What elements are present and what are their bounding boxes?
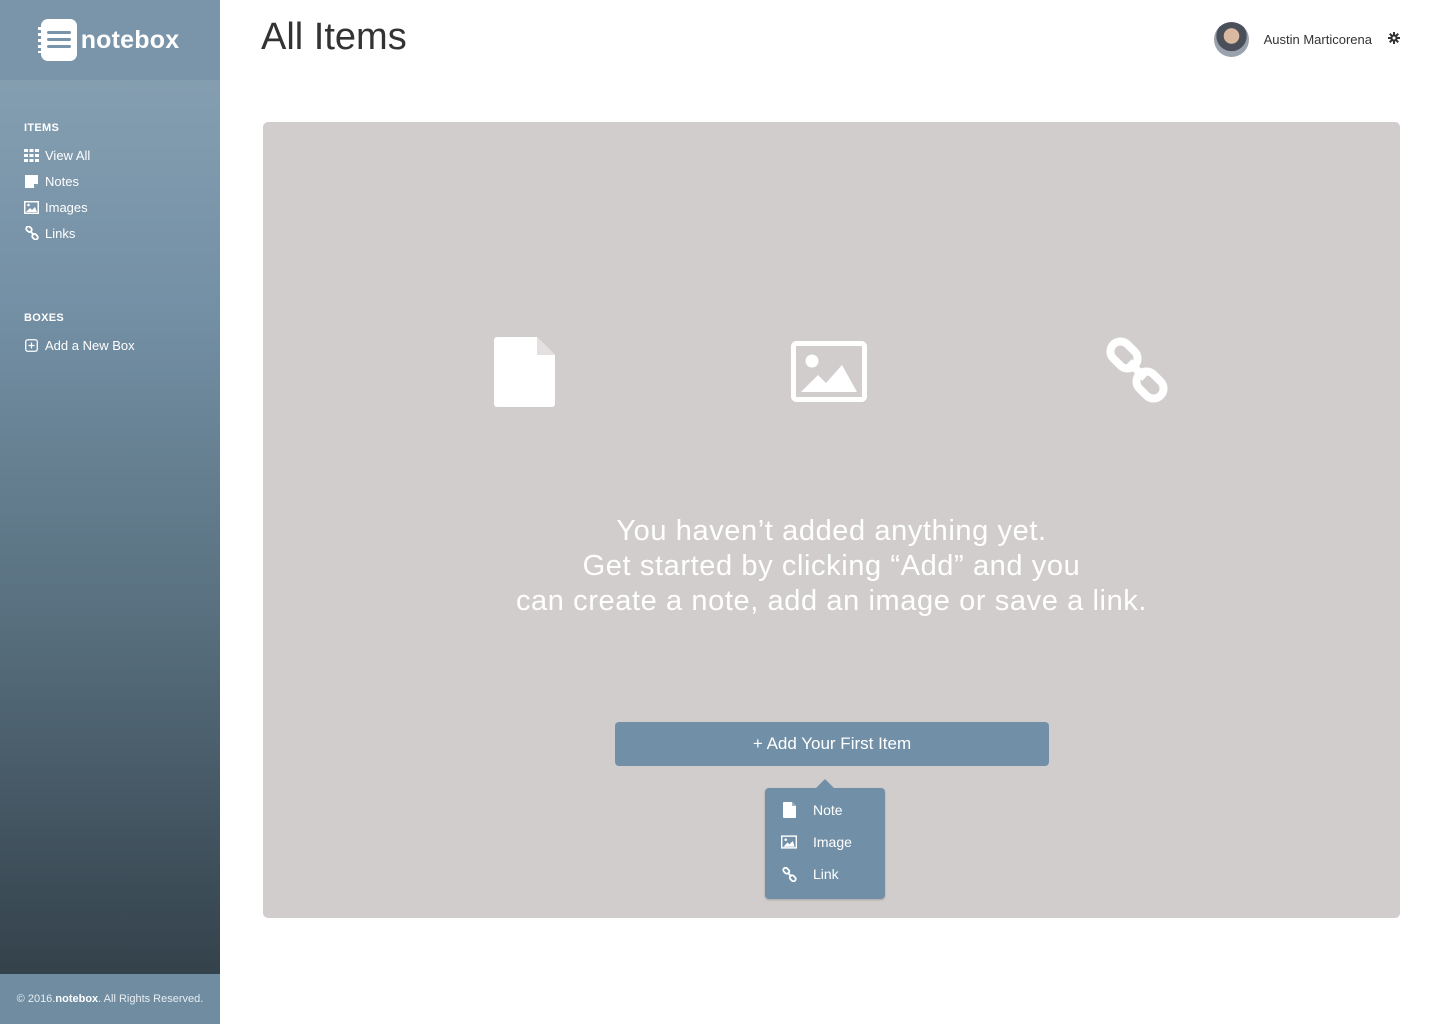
dropdown-item-label: Link <box>813 866 839 882</box>
grid-icon <box>24 148 39 163</box>
link-icon <box>781 866 797 882</box>
dropdown-item-link[interactable]: Link <box>765 858 885 890</box>
footer-prefix: © 2016. <box>16 993 56 1005</box>
sidebar: notebox ITEMS View All Notes Images Link… <box>0 0 220 1024</box>
add-item-dropdown: Note Image Link <box>765 779 885 899</box>
sidebar-item-view-all[interactable]: View All <box>24 142 90 168</box>
dropdown-item-label: Note <box>813 802 843 818</box>
add-first-item-button[interactable]: + Add Your First Item <box>615 722 1049 766</box>
image-icon <box>781 834 797 850</box>
footer-brand: notebox <box>55 993 99 1005</box>
gear-icon[interactable] <box>1388 31 1400 49</box>
user-menu[interactable]: Austin Marticorena <box>1213 22 1400 57</box>
sidebar-item-label: View All <box>45 147 91 163</box>
avatar[interactable] <box>1213 22 1249 57</box>
brand-name: notebox <box>80 25 180 54</box>
image-icon <box>791 341 867 407</box>
plus-square-icon <box>24 338 39 353</box>
sidebar-item-label: Add a New Box <box>45 337 135 353</box>
dropdown-item-label: Image <box>813 834 852 850</box>
dropdown-item-note[interactable]: Note <box>765 794 885 826</box>
sidebar-item-links[interactable]: Links <box>24 220 90 246</box>
image-icon <box>24 200 39 215</box>
empty-state-panel: You haven’t added anything yet. Get star… <box>263 122 1400 918</box>
note-icon <box>781 802 797 818</box>
page-title: All Items <box>261 16 407 58</box>
link-icon <box>24 226 39 241</box>
copyright-footer: © 2016. notebox. All Rights Reserved. <box>0 974 220 1024</box>
note-icon <box>494 337 555 412</box>
logo[interactable]: notebox <box>0 0 220 80</box>
empty-message-line: Get started by clicking “Add” and you <box>582 550 1081 582</box>
sidebar-item-label: Notes <box>45 173 79 189</box>
boxes-section: BOXES Add a New Box <box>24 312 135 358</box>
dropdown-item-image[interactable]: Image <box>765 826 885 858</box>
add-new-box-button[interactable]: Add a New Box <box>24 332 135 358</box>
user-name[interactable]: Austin Marticorena <box>1264 32 1372 47</box>
link-icon <box>1103 336 1171 409</box>
sidebar-item-notes[interactable]: Notes <box>24 168 90 194</box>
empty-state-message: You haven’t added anything yet. Get star… <box>263 514 1400 619</box>
notebook-logo-icon <box>37 19 77 61</box>
sidebar-item-images[interactable]: Images <box>24 194 90 220</box>
empty-message-line: You haven’t added anything yet. <box>616 515 1047 547</box>
note-icon <box>24 174 39 189</box>
footer-suffix: . All Rights Reserved. <box>98 993 204 1005</box>
empty-message-line: can create a note, add an image or save … <box>515 585 1148 617</box>
boxes-heading: BOXES <box>24 312 65 324</box>
sidebar-item-label: Links <box>45 225 76 241</box>
items-section: ITEMS View All Notes Images Links <box>24 122 90 246</box>
sidebar-item-label: Images <box>45 199 88 215</box>
items-heading: ITEMS <box>24 122 60 134</box>
